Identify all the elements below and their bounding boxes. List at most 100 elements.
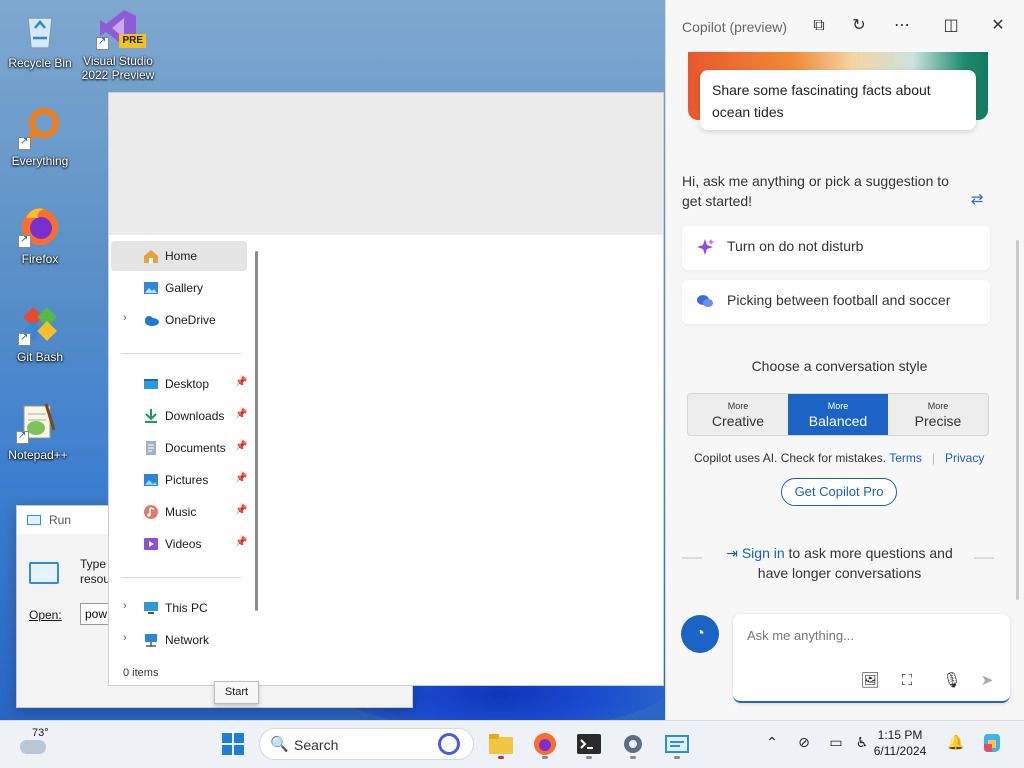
chat-bubbles-icon bbox=[697, 295, 713, 307]
desktop-icon-label: Everything bbox=[11, 154, 69, 168]
screenshot-capture-icon[interactable]: ⛶ bbox=[896, 670, 918, 692]
gallery-icon bbox=[144, 282, 158, 294]
nav-item-this-pc[interactable]: › This PC bbox=[111, 593, 247, 623]
privacy-link[interactable]: Privacy bbox=[945, 451, 984, 465]
desktop-icon-everything[interactable]: Everything bbox=[2, 106, 78, 168]
sign-in-link[interactable]: Sign in bbox=[742, 545, 785, 561]
nav-divider bbox=[121, 353, 241, 354]
desktop-icon-recycle-bin[interactable]: Recycle Bin bbox=[2, 8, 78, 70]
add-image-icon[interactable]: 🖼 bbox=[859, 670, 881, 692]
conversation-style-selector[interactable]: More Creative More Balanced More Precise bbox=[687, 393, 989, 436]
desktop-icon-firefox[interactable]: Firefox bbox=[2, 204, 78, 266]
windows-logo-icon bbox=[222, 733, 244, 755]
pin-icon[interactable]: 📌 bbox=[235, 441, 247, 452]
file-explorer-window[interactable]: Home Gallery › OneDrive Desktop 📌 Downlo… bbox=[108, 92, 664, 686]
ai-disclaimer: Copilot uses AI. Check for mistakes. Ter… bbox=[694, 451, 994, 465]
chevron-right-icon[interactable]: › bbox=[123, 600, 127, 612]
weather-widget[interactable]: 73° bbox=[18, 726, 68, 764]
chevron-right-icon[interactable]: › bbox=[123, 632, 127, 644]
pin-icon[interactable]: 📌 bbox=[235, 505, 247, 516]
start-tooltip: Start bbox=[214, 681, 259, 704]
more-options-icon[interactable]: ⋯ bbox=[892, 16, 912, 36]
signin-arrow-icon: ⇥ bbox=[726, 545, 742, 561]
style-balanced-button[interactable]: More Balanced bbox=[788, 394, 888, 435]
notepad-plus-plus-icon bbox=[16, 400, 60, 444]
status-item-count: 0 items bbox=[123, 667, 159, 679]
suggestion-do-not-disturb[interactable]: Turn on do not disturb bbox=[682, 226, 990, 270]
nav-item-downloads[interactable]: Downloads 📌 bbox=[111, 401, 247, 431]
nav-item-pictures[interactable]: Pictures 📌 bbox=[111, 465, 247, 495]
nav-item-network[interactable]: › Network bbox=[111, 625, 247, 655]
pin-icon[interactable]: 📌 bbox=[235, 377, 247, 388]
home-icon bbox=[144, 250, 158, 263]
microphone-icon[interactable]: 🎙 bbox=[941, 670, 963, 692]
copilot-scrollbar[interactable] bbox=[1016, 240, 1019, 600]
taskbar-file-explorer[interactable] bbox=[485, 728, 517, 760]
pin-icon[interactable]: 📌 bbox=[235, 473, 247, 484]
open-label: Open: bbox=[29, 608, 62, 622]
shortcut-arrow-icon bbox=[18, 331, 31, 346]
nav-item-gallery[interactable]: Gallery bbox=[111, 273, 247, 303]
pin-icon[interactable]: 📌 bbox=[235, 537, 247, 548]
taskbar-settings[interactable] bbox=[617, 728, 649, 760]
new-topic-button[interactable]: ◔ bbox=[681, 615, 719, 653]
nav-item-label: Videos bbox=[165, 537, 202, 551]
style-precise-button[interactable]: More Precise bbox=[888, 394, 988, 435]
network-icon bbox=[145, 634, 157, 647]
send-icon[interactable]: ➤ bbox=[976, 670, 998, 692]
nav-item-desktop[interactable]: Desktop 📌 bbox=[111, 369, 247, 399]
nav-item-home[interactable]: Home bbox=[111, 241, 247, 271]
nav-item-onedrive[interactable]: › OneDrive bbox=[111, 305, 247, 335]
show-hidden-icons-chevron-icon[interactable]: ⌃ bbox=[762, 734, 782, 751]
close-icon[interactable]: ✕ bbox=[988, 16, 1008, 36]
refresh-icon[interactable]: ↻ bbox=[849, 16, 869, 36]
shortcut-arrow-icon bbox=[18, 135, 31, 150]
desktop-icon-label: Firefox bbox=[21, 252, 59, 266]
desktop-icon-git-bash[interactable]: Git Bash bbox=[2, 302, 78, 364]
get-copilot-pro-button[interactable]: Get Copilot Pro bbox=[781, 478, 897, 506]
nav-item-label: Desktop bbox=[165, 377, 210, 391]
refresh-suggestions-icon[interactable]: ⇄ bbox=[971, 190, 984, 208]
desktop-icon-visual-studio[interactable]: PRE Visual Studio 2022 Preview bbox=[80, 6, 156, 82]
taskbar-run[interactable] bbox=[661, 728, 693, 760]
shortcut-arrow-icon bbox=[16, 429, 29, 444]
navigation-pane[interactable]: Home Gallery › OneDrive Desktop 📌 Downlo… bbox=[109, 237, 266, 657]
dock-side-icon[interactable]: ◫ bbox=[941, 16, 961, 36]
notification-bell-icon[interactable]: 🔔 bbox=[946, 734, 966, 751]
nav-item-label: Network bbox=[165, 633, 210, 647]
network-offline-icon[interactable]: ⊘ bbox=[794, 734, 814, 751]
shortcut-arrow-icon bbox=[96, 35, 109, 50]
pin-icon[interactable]: 📌 bbox=[235, 409, 247, 420]
taskbar-search[interactable]: 🔍 Search bbox=[259, 728, 474, 760]
open-in-new-window-icon[interactable]: ⧉ bbox=[809, 16, 829, 36]
desktop-folder-icon bbox=[144, 379, 158, 389]
nav-item-videos[interactable]: Videos 📌 bbox=[111, 529, 247, 559]
terms-link[interactable]: Terms bbox=[889, 451, 922, 465]
ask-input[interactable] bbox=[747, 628, 987, 643]
weather-temp: 73° bbox=[32, 727, 49, 739]
nav-scrollbar[interactable] bbox=[255, 251, 258, 611]
desktop-icon-label: Git Bash bbox=[16, 350, 64, 364]
nav-item-music[interactable]: Music 📌 bbox=[111, 497, 247, 527]
suggestion-card-prompt[interactable]: Share some fascinating facts about ocean… bbox=[700, 70, 976, 130]
suggestion-football-soccer[interactable]: Picking between football and soccer bbox=[682, 280, 990, 324]
taskbar-firefox[interactable] bbox=[529, 728, 561, 760]
pictures-icon bbox=[144, 474, 158, 486]
nav-item-label: Gallery bbox=[165, 281, 204, 295]
chevron-right-icon[interactable]: › bbox=[123, 312, 127, 324]
taskbar-clock[interactable]: 1:15 PM 6/11/2024 bbox=[857, 727, 943, 759]
desktop-icon-notepad-plus-plus[interactable]: Notepad++ bbox=[0, 400, 76, 462]
copilot-pane[interactable]: Copilot (preview) ⧉ ↻ ⋯ ◫ ✕ Share some f… bbox=[665, 0, 1024, 720]
style-small-label: More bbox=[727, 401, 749, 411]
taskbar-copilot[interactable] bbox=[980, 732, 1004, 756]
gear-icon bbox=[624, 735, 642, 753]
start-button[interactable] bbox=[217, 728, 249, 760]
taskbar-terminal[interactable] bbox=[573, 728, 605, 760]
style-creative-button[interactable]: More Creative bbox=[688, 394, 788, 435]
ask-box[interactable]: 🖼 ⛶ 🎙 ➤ bbox=[733, 614, 1010, 703]
display-icon[interactable]: ▭ bbox=[826, 734, 846, 751]
desktop-icon-label: Visual Studio 2022 Preview bbox=[81, 54, 155, 82]
signin-text: to ask more questions and bbox=[784, 545, 953, 561]
style-small-label: More bbox=[827, 401, 849, 411]
nav-item-documents[interactable]: Documents 📌 bbox=[111, 433, 247, 463]
